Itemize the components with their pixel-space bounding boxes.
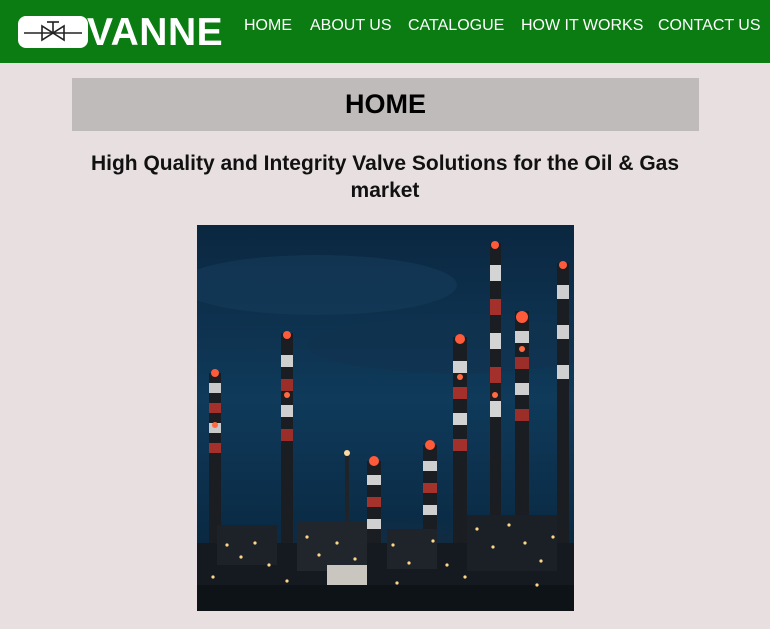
page-title-bar: HOME — [72, 78, 699, 131]
refinery-hero-image — [197, 225, 574, 611]
valve-icon — [18, 16, 88, 48]
nav-catalogue[interactable]: CATALOGUE — [408, 17, 504, 35]
top-navbar: VANNE HOME ABOUT US CATALOGUE HOW IT WOR… — [0, 0, 770, 63]
brand-name: VANNE — [87, 11, 224, 54]
page-headline: High Quality and Integrity Valve Solutio… — [90, 152, 680, 202]
nav-contact-us[interactable]: CONTACT US — [658, 17, 761, 35]
page-title: HOME — [345, 89, 426, 119]
nav-how-it-works[interactable]: HOW IT WORKS — [521, 17, 643, 35]
nav-home[interactable]: HOME — [244, 17, 292, 35]
nav-about-us[interactable]: ABOUT US — [310, 17, 392, 35]
